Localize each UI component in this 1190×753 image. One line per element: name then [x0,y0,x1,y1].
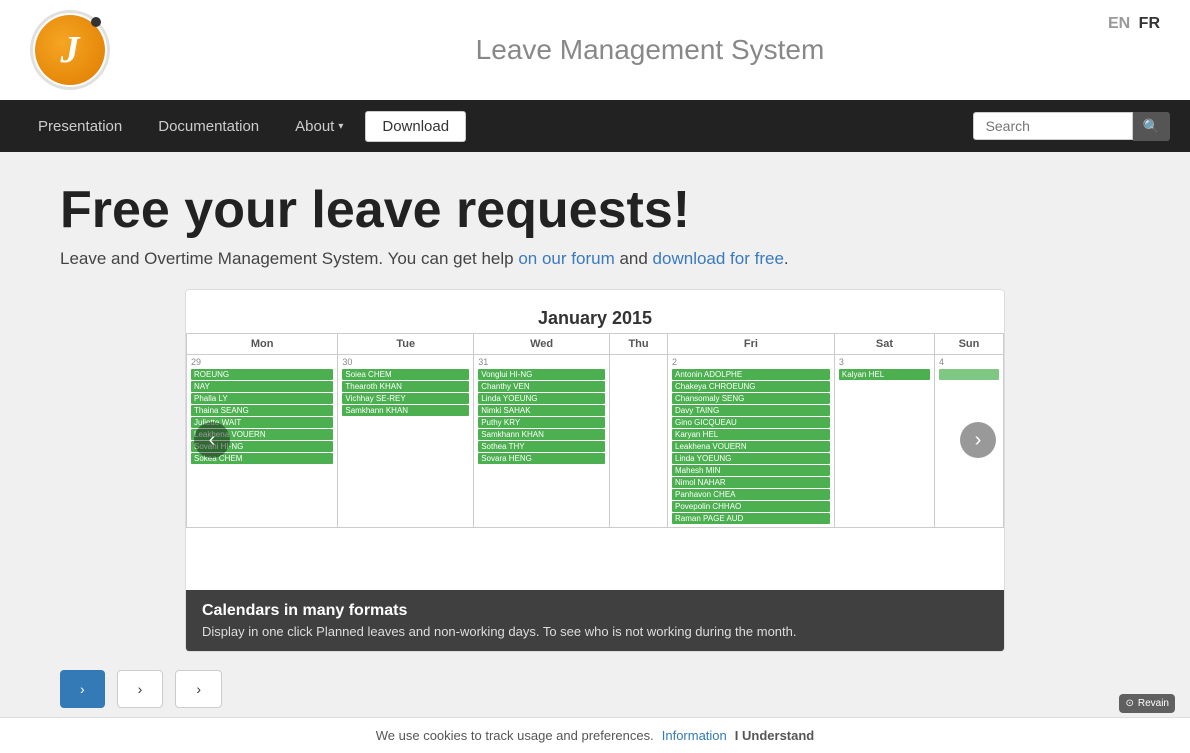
revain-icon: ⊙ [1125,698,1133,709]
main-content: Free your leave requests! Leave and Over… [0,152,1190,728]
col-header-mon: Mon [187,334,338,355]
table-cell: 30 Soiea CHEM Thearoth KHAN Vichhay SE-R… [338,355,474,528]
subtitle-mid: and [615,249,653,268]
col-header-sat: Sat [834,334,934,355]
forum-link[interactable]: on our forum [518,249,614,268]
logo-wrapper: J [30,10,110,90]
site-title: Leave Management System [140,34,1160,66]
search-button[interactable]: 🔍 [1133,112,1170,141]
calendar-card: ‹ › January 2015 Mon Tue Wed Thu Fri Sat… [185,289,1005,652]
nav-about-label: About [295,118,334,135]
nav-documentation[interactable]: Documentation [140,104,277,149]
logo-inner: J [35,15,105,85]
hero-title: Free your leave requests! [60,182,1130,239]
col-header-thu: Thu [610,334,668,355]
action-buttons: › › › [60,670,1130,708]
carousel-prev-button[interactable]: ‹ [194,422,230,458]
revain-widget: ⊙ Revain [1119,694,1175,713]
table-row: 29 ROEUNG NAY Phalla LY Thaina SEANG Jul… [187,355,1004,528]
table-cell: 3 Kalyan HEL [834,355,934,528]
table-cell: 31 Vonglui HI-NG Chanthy VEN Linda YOEUN… [474,355,610,528]
cookie-bar: We use cookies to track usage and prefer… [0,717,1190,753]
caption-title: Calendars in many formats [202,602,988,620]
site-header: J Leave Management System EN FR [0,0,1190,100]
hero-subtitle: Leave and Overtime Management System. Yo… [60,249,1130,269]
cookie-text: We use cookies to track usage and prefer… [376,728,654,743]
cookie-info-link[interactable]: Information [662,728,727,743]
search-input[interactable] [973,112,1133,140]
search-wrapper: 🔍 [973,112,1170,141]
subtitle-start: Leave and Overtime Management System. Yo… [60,249,518,268]
col-header-wed: Wed [474,334,610,355]
nav-presentation[interactable]: Presentation [20,104,140,149]
col-header-tue: Tue [338,334,474,355]
action-btn-2[interactable]: › [117,670,164,708]
lang-en[interactable]: EN [1108,15,1130,32]
action-btn-3[interactable]: › [175,670,222,708]
carousel-next-button[interactable]: › [960,422,996,458]
lang-fr[interactable]: FR [1139,15,1160,32]
nav-download-button[interactable]: Download [365,111,466,142]
logo-circle: J [30,10,110,90]
cookie-understand-button[interactable]: I Understand [735,728,814,743]
action-btn-1[interactable]: › [60,670,105,708]
nav-about[interactable]: About ▾ [277,104,361,149]
calendar-table: Mon Tue Wed Thu Fri Sat Sun 29 ROEUNG [186,333,1004,528]
calendar-image-area: ‹ › January 2015 Mon Tue Wed Thu Fri Sat… [186,290,1004,590]
calendar-caption: Calendars in many formats Display in one… [186,590,1004,651]
logo-letter: J [61,31,80,69]
lang-switcher: EN FR [1108,15,1160,33]
search-icon: 🔍 [1143,118,1160,134]
table-cell [610,355,668,528]
col-header-fri: Fri [668,334,835,355]
logo-dot [91,17,101,27]
navbar: Presentation Documentation About ▾ Downl… [0,100,1190,152]
table-cell: 2 Antonin ADOLPHE Chakeya CHROEUNG Chans… [668,355,835,528]
chevron-down-icon: ▾ [338,121,343,132]
calendar-month-title: January 2015 [186,300,1004,333]
subtitle-end: . [784,249,789,268]
revain-label: Revain [1138,698,1169,709]
col-header-sun: Sun [934,334,1003,355]
download-link[interactable]: download for free [653,249,784,268]
caption-text: Display in one click Planned leaves and … [202,624,988,639]
